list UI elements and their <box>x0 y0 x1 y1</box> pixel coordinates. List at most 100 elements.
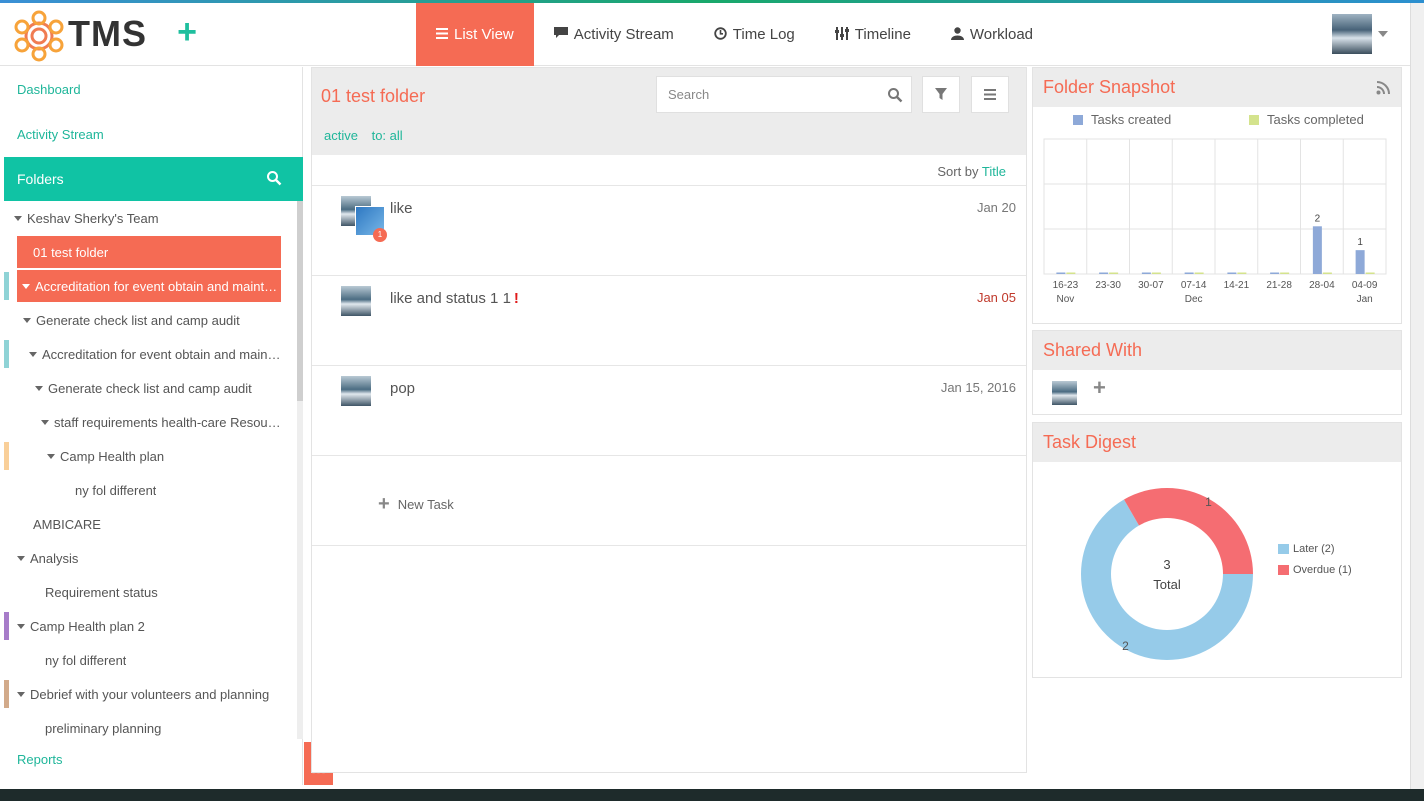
nav-tab-timeline[interactable]: Timeline <box>815 3 931 66</box>
caret-down-icon[interactable] <box>23 317 31 323</box>
folders-header[interactable]: Folders <box>4 157 303 201</box>
folder-tree-item[interactable]: Generate check list and camp audit <box>35 372 282 404</box>
new-task-label: New Task <box>397 497 454 512</box>
filter-assignee[interactable]: to: all <box>372 128 403 143</box>
donut-slice-overdue <box>1124 488 1253 574</box>
task-title[interactable]: like and status 1 1! <box>390 290 519 307</box>
donut-total-value: 3 <box>1163 557 1170 572</box>
sort-row: Sort by Title <box>312 155 1026 186</box>
caret-down-icon[interactable] <box>14 215 22 221</box>
folder-tree-item[interactable]: AMBICARE <box>33 508 282 540</box>
assignee-avatar[interactable] <box>341 286 371 316</box>
app-header: TMS + List View Activity Stream Time Log Ti… <box>0 3 1424 66</box>
list-icon <box>436 27 448 42</box>
caret-down-icon[interactable] <box>35 385 43 391</box>
folder-tree-label: Debrief with your volunteers and plannin… <box>30 686 270 702</box>
folder-tree-item[interactable]: ny fol different <box>45 644 282 676</box>
task-row[interactable]: pop Jan 15, 2016 <box>312 366 1026 456</box>
donut-legend-swatch <box>1278 544 1289 554</box>
shared-user-avatar[interactable] <box>1052 381 1077 405</box>
folder-tree-item[interactable]: Keshav Sherky's Team <box>14 202 282 234</box>
caret-down-icon[interactable] <box>17 555 25 561</box>
folder-tree-item[interactable]: Accreditation for event obtain and maint… <box>17 270 281 302</box>
rss-icon[interactable] <box>1376 80 1391 95</box>
priority-flag-icon: ! <box>513 290 519 307</box>
caret-down-icon[interactable] <box>22 283 30 289</box>
folder-tree-item[interactable]: Accreditation for event obtain and maint… <box>29 338 282 370</box>
folder-search-icon[interactable] <box>266 170 282 186</box>
folder-color-mark <box>4 340 9 368</box>
bar-tasks-completed <box>1109 272 1119 274</box>
caret-down-icon[interactable] <box>29 351 37 357</box>
new-task-button[interactable]: + New Task <box>378 493 454 516</box>
caret-down-icon[interactable] <box>17 623 25 629</box>
sort-value[interactable]: Title <box>982 164 1006 179</box>
folder-tree-label: ny fol different <box>75 482 157 498</box>
folder-tree-item[interactable]: Debrief with your volunteers and plannin… <box>17 678 282 710</box>
legend-swatch-created <box>1073 114 1083 125</box>
bar-tasks-created <box>1355 250 1365 274</box>
nav-tab-activity-stream[interactable]: Activity Stream <box>534 3 694 66</box>
user-menu-caret-icon[interactable] <box>1378 31 1388 37</box>
sliders-icon <box>834 26 849 43</box>
x-month-label: Dec <box>1185 294 1203 305</box>
nav-tab-label: Time Log <box>732 26 795 43</box>
sort-control[interactable]: Sort by Title <box>937 164 1006 179</box>
folder-tree-item[interactable]: staff requirements health-care Resources <box>41 406 282 438</box>
donut-legend-item[interactable]: Later (2) <box>1278 543 1335 555</box>
folder-tree-item[interactable]: Camp Health plan 2 <box>17 610 282 642</box>
folder-color-mark <box>4 680 9 708</box>
task-due-date: Jan 15, 2016 <box>940 380 1016 395</box>
task-row[interactable]: like and status 1 1! Jan 05 <box>312 276 1026 366</box>
folder-tree-item[interactable]: ny fol different <box>75 474 282 506</box>
add-button[interactable]: + <box>172 15 202 49</box>
menu-button[interactable] <box>971 76 1009 113</box>
folder-tree-item[interactable]: Generate check list and camp audit <box>23 304 282 336</box>
folder-tree-item[interactable]: Requirement status <box>45 576 282 608</box>
user-icon <box>950 26 964 43</box>
task-search <box>656 76 912 113</box>
donut-legend-item[interactable]: Overdue (1) <box>1278 564 1352 576</box>
assignee-avatar[interactable] <box>341 376 371 406</box>
nav-tab-list-view[interactable]: List View <box>416 3 534 66</box>
page-scrollbar[interactable] <box>1410 3 1424 789</box>
folder-tree: Keshav Sherky's Team 01 test folder Accred… <box>4 201 296 739</box>
task-row[interactable]: 1 like Jan 20 <box>312 186 1026 276</box>
user-avatar[interactable] <box>1332 14 1372 54</box>
sort-prefix: Sort by <box>937 164 979 179</box>
app-name: TMS <box>68 13 147 54</box>
folder-snapshot-title: Folder Snapshot <box>1033 68 1401 107</box>
donut-legend-swatch <box>1278 565 1289 575</box>
folder-tree-item[interactable]: Camp Health plan <box>47 440 282 472</box>
caret-down-icon[interactable] <box>41 419 49 425</box>
right-panels: Folder Snapshot Tasks created Tasks comp… <box>1032 67 1402 773</box>
search-input[interactable] <box>657 77 867 112</box>
task-title[interactable]: like <box>390 200 413 217</box>
sidebar-link-reports[interactable]: Reports <box>17 752 63 767</box>
comment-count-badge: 1 <box>373 228 387 242</box>
nav-tab-label: Workload <box>969 26 1034 43</box>
filter-status[interactable]: active <box>324 128 358 143</box>
folder-tree-label: Generate check list and camp audit <box>36 312 240 328</box>
sidebar-link-dashboard[interactable]: Dashboard <box>17 82 81 97</box>
add-share-button[interactable]: + <box>1093 375 1106 401</box>
nav-tab-time-log[interactable]: Time Log <box>694 3 815 66</box>
filter-button[interactable] <box>922 76 960 113</box>
sidebar-link-activity-stream[interactable]: Activity Stream <box>17 127 104 142</box>
folder-tree-label: Keshav Sherky's Team <box>27 210 159 226</box>
bar-tasks-created <box>1099 272 1109 274</box>
bar-tasks-created <box>1056 272 1066 274</box>
clock-icon <box>714 26 727 43</box>
folder-tree-item[interactable]: Analysis <box>17 542 282 574</box>
folder-tree-item[interactable]: preliminary planning <box>45 712 282 739</box>
sidebar-scrollbar[interactable] <box>297 201 303 739</box>
caret-down-icon[interactable] <box>47 453 55 459</box>
snapshot-bar-chart: 16-23 Nov 23-30 30-07 07-14 Dec 14-21 21-28 2 28-… <box>1043 138 1387 305</box>
caret-down-icon[interactable] <box>17 691 25 697</box>
search-icon[interactable] <box>887 87 903 103</box>
nav-tab-workload[interactable]: Workload <box>931 3 1053 66</box>
folder-tree-item[interactable]: 01 test folder <box>17 236 281 268</box>
sidebar-scrollbar-thumb[interactable] <box>297 201 303 401</box>
tms-logo-icon[interactable] <box>12 9 66 63</box>
task-title[interactable]: pop <box>390 380 415 397</box>
